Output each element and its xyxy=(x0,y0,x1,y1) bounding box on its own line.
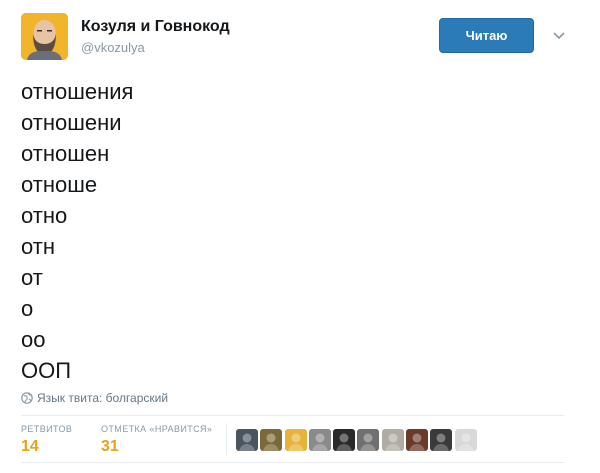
divider xyxy=(21,462,564,463)
tweet-language: Язык твита: болгарский xyxy=(21,391,168,405)
tweet-line: отно xyxy=(21,203,68,228)
liker-avatar-icon xyxy=(236,429,258,451)
author-handle[interactable]: @vkozulya xyxy=(81,40,145,55)
tweet-line: ООП xyxy=(21,358,72,383)
liker-avatar-icon xyxy=(333,429,356,451)
liker-avatar[interactable] xyxy=(333,429,356,451)
author-avatar[interactable] xyxy=(21,13,68,60)
liker-avatar[interactable] xyxy=(284,429,307,451)
divider xyxy=(21,415,564,416)
bearded-man-avatar-icon xyxy=(21,13,68,60)
liker-avatar[interactable] xyxy=(236,429,258,451)
chevron-down-icon xyxy=(553,32,565,40)
liker-avatar[interactable] xyxy=(357,429,380,451)
liker-avatar[interactable] xyxy=(430,429,453,451)
likes-count: 31 xyxy=(101,438,119,455)
liker-avatar[interactable] xyxy=(381,429,404,451)
liker-avatar-icon xyxy=(260,429,283,451)
tweet-line: отноше xyxy=(21,172,98,197)
tweet-line: от xyxy=(21,265,43,290)
retweets-stat[interactable]: РЕТВИТОВ 14 xyxy=(21,424,72,456)
liker-avatar[interactable] xyxy=(454,429,477,451)
tweet-line: оо xyxy=(21,327,46,352)
retweets-label: РЕТВИТОВ xyxy=(21,424,73,434)
liker-avatar[interactable] xyxy=(260,429,283,451)
tweet-line: о xyxy=(21,296,34,321)
liker-avatars xyxy=(236,429,479,451)
tweet-line: отношения xyxy=(21,79,134,104)
globe-icon xyxy=(21,392,33,404)
tweet-menu-button[interactable] xyxy=(551,27,567,43)
likes-label: ОТМЕТКА «НРАВИТСЯ» xyxy=(101,424,213,434)
liker-avatar-icon xyxy=(406,429,429,451)
tweet-line: отн xyxy=(21,234,55,259)
tweet-line: отношен xyxy=(21,141,110,166)
tweet-card: Козуля и Говнокод @vkozulya Читаю отноше… xyxy=(0,0,600,473)
liker-avatar-icon xyxy=(454,429,477,451)
stats-separator xyxy=(226,423,227,455)
likes-stat[interactable]: ОТМЕТКА «НРАВИТСЯ» 31 xyxy=(101,424,212,456)
liker-avatar[interactable] xyxy=(308,429,331,451)
retweets-count: 14 xyxy=(21,438,39,455)
liker-avatar[interactable] xyxy=(406,429,429,451)
language-label: Язык твита: болгарский xyxy=(37,391,169,405)
liker-avatar-icon xyxy=(357,429,380,451)
follow-button[interactable]: Читаю xyxy=(439,18,534,53)
liker-avatar-icon xyxy=(381,429,404,451)
tweet-line: отношени xyxy=(21,110,122,135)
author-name[interactable]: Козуля и Говнокод xyxy=(81,18,230,36)
liker-avatar-icon xyxy=(430,429,453,451)
liker-avatar-icon xyxy=(284,429,307,451)
liker-avatar-icon xyxy=(308,429,331,451)
tweet-text: отношения отношени отношен отноше отно о… xyxy=(21,76,133,386)
